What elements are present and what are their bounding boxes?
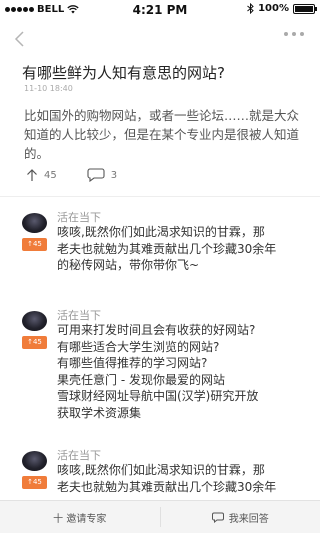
avatar[interactable] <box>22 451 47 471</box>
answer-line: 有哪些值得推荐的学习网站? <box>57 356 208 370</box>
more-button[interactable] <box>284 32 304 36</box>
comment-button[interactable]: 3 <box>87 168 117 182</box>
nav-bar <box>0 22 320 56</box>
battery-icon <box>293 3 317 14</box>
answer-author[interactable]: 活在当下 <box>57 447 101 463</box>
answer-line: 获取学术资源集 <box>57 405 142 420</box>
bluetooth-icon <box>247 3 254 14</box>
more-dots-icon <box>284 32 288 36</box>
comment-count: 3 <box>110 169 118 181</box>
invite-expert-label: 十 邀请专家 <box>53 513 107 525</box>
answer-line: 可用来打发时间且会有收获的好网站? <box>57 323 256 337</box>
question-body: 比如国外的购物网站，或者一些论坛……就是大众知道的人比较少，但是在某个专业内是很… <box>24 108 300 161</box>
answer-text: 咳咳,既然你们如此渴求知识的甘霖，那 老夫也就勉为其难贡献出几个珍藏30余年 的… <box>57 224 307 274</box>
answer-line: 老夫也就勉为其难贡献出几个珍藏30余年 <box>57 241 277 256</box>
back-button[interactable] <box>12 30 28 48</box>
avatar[interactable] <box>22 213 47 233</box>
vote-badge[interactable]: ↑45 <box>22 476 47 489</box>
bottom-action-bar: 十 邀请专家 我来回答 <box>0 500 320 533</box>
vote-badge[interactable]: ↑45 <box>22 336 47 349</box>
vote-count: 45 <box>32 478 42 486</box>
vote-count: 45 <box>32 338 42 346</box>
answer-author[interactable]: 活在当下 <box>57 209 101 225</box>
answer-label: 我来回答 <box>228 513 269 525</box>
answer-button[interactable]: 我来回答 <box>161 501 320 533</box>
vote-count: 45 <box>32 240 42 248</box>
like-button[interactable]: 45 <box>26 168 57 182</box>
vote-badge[interactable]: ↑45 <box>22 238 47 251</box>
answer-line: 有哪些适合大学生浏览的网站? <box>57 339 220 354</box>
answer-text: 咳咳,既然你们如此渴求知识的甘霖，那 老夫也就勉为其难贡献出几个珍藏30余年 <box>57 462 307 495</box>
avatar[interactable] <box>22 311 47 331</box>
answer-line: 的秘传网站，带你带你飞~ <box>57 258 200 272</box>
question-date: 11-10 18:40 <box>24 84 73 93</box>
status-bar: BELL 4:21 PM 100% <box>0 0 320 20</box>
status-right-group: 100% <box>247 3 317 14</box>
answer-author[interactable]: 活在当下 <box>57 307 101 323</box>
battery-percent: 100% <box>258 3 289 14</box>
back-chevron-icon <box>14 31 24 47</box>
divider <box>0 196 320 197</box>
answer-line: 雪球财经网址导航中国(汉学)研究开放 <box>57 389 259 403</box>
answer-text: 可用来打发时间且会有收获的好网站? 有哪些适合大学生浏览的网站? 有哪些值得推荐… <box>57 322 307 421</box>
answer-line: 老夫也就勉为其难贡献出几个珍藏30余年 <box>57 479 277 494</box>
question-title: 有哪些鲜为人知有意思的网站? <box>22 64 225 82</box>
invite-expert-button[interactable]: 十 邀请专家 <box>0 501 160 533</box>
answer-line: 果壳任意门 - 发现你最爱的网站 <box>57 372 225 387</box>
answer-bubble-icon <box>211 512 224 523</box>
thumbs-up-icon <box>27 168 37 181</box>
answer-line: 咳咳,既然你们如此渴求知识的甘霖，那 <box>57 225 265 239</box>
battery-fill <box>295 5 313 12</box>
like-count: 45 <box>44 169 57 181</box>
comment-bubble-icon <box>87 168 105 182</box>
answer-line: 咳咳,既然你们如此渴求知识的甘霖，那 <box>57 463 265 477</box>
question-stats: 45 3 <box>26 168 117 182</box>
